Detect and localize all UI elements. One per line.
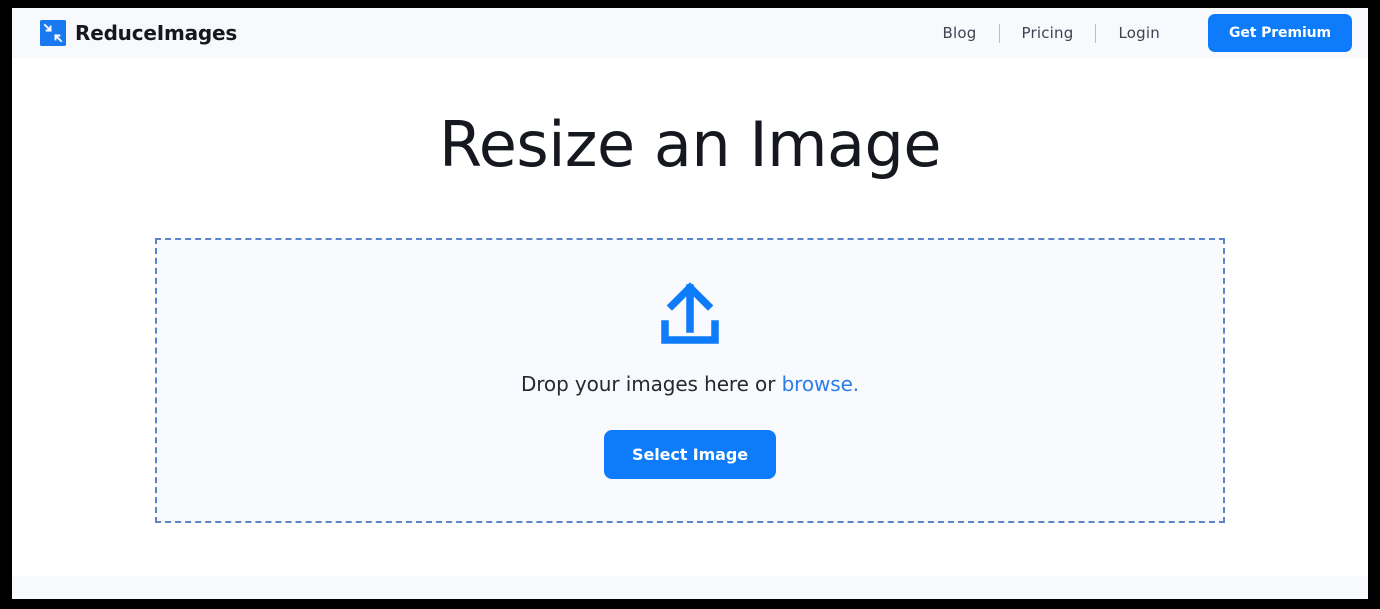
nav-item-blog[interactable]: Blog bbox=[921, 24, 999, 42]
nav-item-pricing[interactable]: Pricing bbox=[1000, 24, 1096, 42]
header-nav: Blog Pricing Login Get Premium bbox=[921, 14, 1352, 52]
page-viewport: ReduceImages Blog Pricing Login Get Prem… bbox=[12, 8, 1368, 599]
resize-arrows-icon bbox=[40, 20, 66, 46]
brand-logo[interactable]: ReduceImages bbox=[40, 20, 237, 46]
page-title: Resize an Image bbox=[438, 108, 942, 181]
get-premium-button[interactable]: Get Premium bbox=[1207, 14, 1352, 52]
nav-item-login[interactable]: Login bbox=[1096, 24, 1181, 42]
select-image-button[interactable]: Select Image bbox=[604, 430, 776, 479]
main-content: Resize an Image Drop your images here or… bbox=[12, 58, 1368, 576]
site-footer bbox=[12, 576, 1368, 599]
browse-link[interactable]: browse. bbox=[782, 372, 860, 396]
image-dropzone[interactable]: Drop your images here or browse. Select … bbox=[155, 238, 1225, 523]
upload-icon bbox=[655, 282, 725, 348]
browser-frame: ReduceImages Blog Pricing Login Get Prem… bbox=[0, 0, 1380, 609]
dropzone-instruction-text: Drop your images here or bbox=[520, 372, 782, 396]
site-header: ReduceImages Blog Pricing Login Get Prem… bbox=[12, 8, 1368, 58]
dropzone-instruction: Drop your images here or browse. bbox=[521, 372, 859, 396]
brand-name: ReduceImages bbox=[75, 21, 238, 45]
